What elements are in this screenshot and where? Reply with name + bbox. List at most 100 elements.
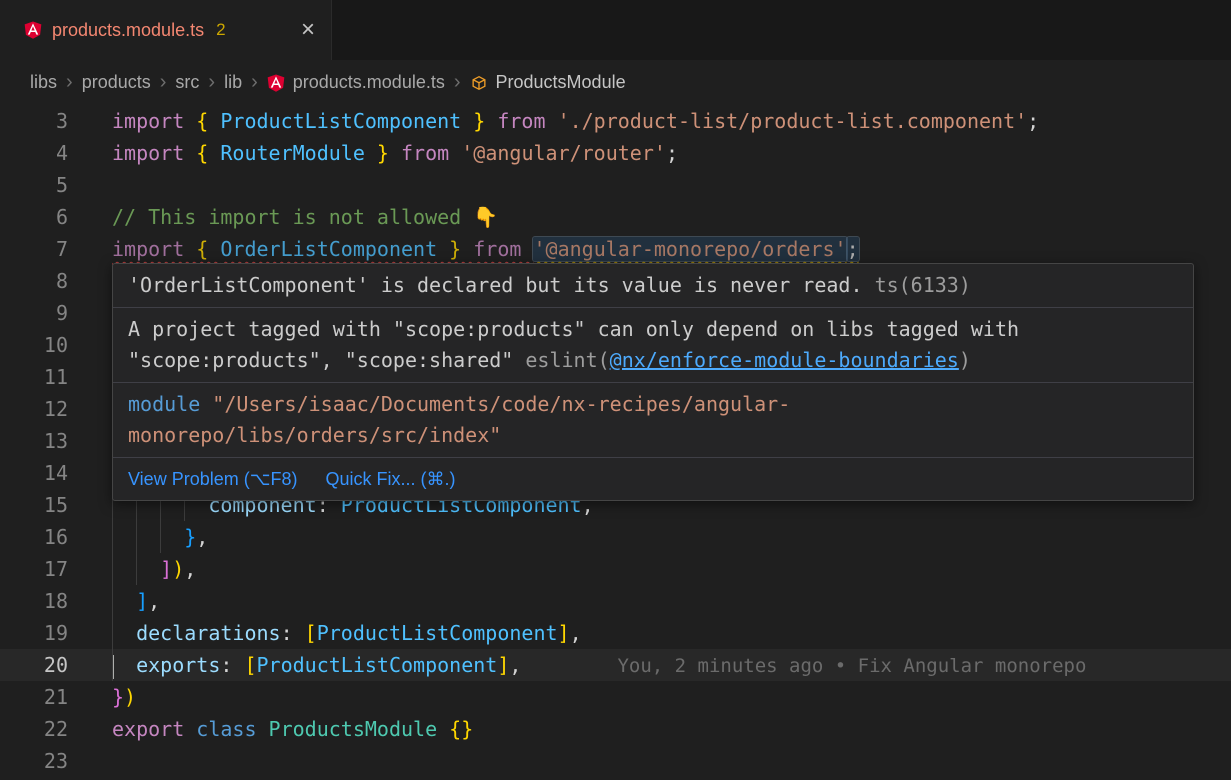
code-token: OrderListComponent (220, 237, 437, 261)
code-token: from (497, 109, 557, 133)
breadcrumb-label: products (82, 72, 151, 93)
code-token: [ (244, 653, 256, 677)
line-number[interactable]: 14 (0, 457, 68, 489)
line-number[interactable]: 18 (0, 585, 68, 617)
angular-icon (267, 74, 285, 92)
line-number[interactable]: 7 (0, 233, 68, 265)
code-token: 👇 (473, 205, 498, 229)
line-number[interactable]: 9 (0, 297, 68, 329)
breadcrumb-item-src[interactable]: src (175, 72, 199, 93)
code-token: ] (558, 621, 570, 645)
line-number[interactable]: 22 (0, 713, 68, 745)
line-number[interactable]: 15 (0, 489, 68, 521)
inline-blame: You, 2 minutes ago • Fix Angular monorep… (617, 655, 1086, 677)
line-number[interactable]: 13 (0, 425, 68, 457)
code-line-20[interactable]: 20exports: [ProductListComponent],You, 2… (0, 649, 1231, 681)
breadcrumb: libs›products›src›lib›products.module.ts… (0, 60, 1231, 105)
code-token: { (196, 109, 220, 133)
line-number[interactable]: 11 (0, 361, 68, 393)
line-number[interactable]: 21 (0, 681, 68, 713)
breadcrumb-item-products-module-ts[interactable]: products.module.ts (267, 72, 445, 93)
code-token: class (196, 717, 268, 741)
line-number[interactable]: 6 (0, 201, 68, 233)
code-token: [ (305, 621, 317, 645)
eslint-message-line2: "scope:products", "scope:shared" eslint(… (128, 345, 1178, 376)
code-token: import (112, 141, 196, 165)
code-token: , (570, 621, 582, 645)
symbol-class-icon (470, 74, 488, 92)
code-token: import (112, 237, 196, 261)
code-line-23[interactable]: 23 (0, 745, 1231, 777)
line-content: ], (68, 585, 1231, 617)
code-line-18[interactable]: 18], (0, 585, 1231, 617)
code-token: ; (847, 237, 859, 261)
line-content: export class ProductsModule {} (68, 713, 1231, 745)
code-token: , (196, 525, 208, 549)
line-content: }) (68, 681, 1231, 713)
code-token: ] (136, 589, 148, 613)
code-line-5[interactable]: 5 (0, 169, 1231, 201)
line-content: ]), (68, 553, 1231, 585)
breadcrumb-item-libs[interactable]: libs (30, 72, 57, 93)
code-line-22[interactable]: 22export class ProductsModule {} (0, 713, 1231, 745)
code-token: ) (172, 557, 184, 581)
line-content: import { OrderListComponent } from '@ang… (68, 233, 1231, 265)
code-line-6[interactable]: 6 // This import is not allowed 👇 (0, 201, 1231, 233)
line-number[interactable]: 23 (0, 745, 68, 777)
line-number[interactable]: 8 (0, 265, 68, 297)
code-token: // This import is not allowed (112, 205, 473, 229)
view-problem-action[interactable]: View Problem (⌥F8) (128, 464, 297, 495)
indent-guides (112, 585, 136, 617)
code-token: } (437, 237, 473, 261)
breadcrumb-label: products.module.ts (293, 72, 445, 93)
code-token: ] (497, 653, 509, 677)
quick-fix-action[interactable]: Quick Fix... (⌘.) (325, 464, 455, 495)
eslint-rule-link[interactable]: @nx/enforce-module-boundaries (610, 348, 959, 372)
code-token: './product-list/product-list.component' (558, 109, 1028, 133)
line-number[interactable]: 12 (0, 393, 68, 425)
hover-module-info: module "/Users/isaac/Documents/code/nx-r… (113, 383, 1193, 458)
code-token: '@angular/router' (461, 141, 666, 165)
indent-guides (112, 649, 136, 681)
line-content (68, 169, 1231, 201)
code-line-21[interactable]: 21}) (0, 681, 1231, 713)
breadcrumb-item-products[interactable]: products (82, 72, 151, 93)
code-token: ] (160, 557, 172, 581)
line-number[interactable]: 17 (0, 553, 68, 585)
code-line-7[interactable]: 7import { OrderListComponent } from '@an… (0, 233, 1231, 265)
breadcrumb-item-productsmodule[interactable]: ProductsModule (470, 72, 626, 93)
code-token: } (112, 685, 124, 709)
line-number[interactable]: 20 (0, 649, 68, 681)
tab-title: products.module.ts (52, 20, 204, 41)
code-token: } (184, 525, 196, 549)
line-number[interactable]: 3 (0, 105, 68, 137)
code-token: { (196, 237, 220, 261)
code-line-17[interactable]: 17]), (0, 553, 1231, 585)
line-number[interactable]: 19 (0, 617, 68, 649)
code-token: from (401, 141, 461, 165)
editor: 3import { ProductListComponent } from '.… (0, 105, 1231, 777)
breadcrumb-item-lib[interactable]: lib (224, 72, 242, 93)
tab-products-module-ts[interactable]: products.module.ts 2 × (0, 0, 332, 60)
breadcrumb-label: lib (224, 72, 242, 93)
line-number[interactable]: 5 (0, 169, 68, 201)
code-line-4[interactable]: 4import { RouterModule } from '@angular/… (0, 137, 1231, 169)
code-token: { (196, 141, 220, 165)
close-icon[interactable]: × (301, 18, 315, 42)
code-token: : (281, 621, 305, 645)
diagnostic-hover: 'OrderListComponent' is declared but its… (112, 263, 1194, 501)
line-number[interactable]: 4 (0, 137, 68, 169)
code-token: ProductsModule (269, 717, 450, 741)
code-token: ; (666, 141, 678, 165)
module-info-line2: monorepo/libs/orders/src/index" (128, 420, 1178, 451)
line-number[interactable]: 16 (0, 521, 68, 553)
hover-ts-message: 'OrderListComponent' is declared but its… (113, 264, 1193, 308)
line-number[interactable]: 10 (0, 329, 68, 361)
code-line-16[interactable]: 16}, (0, 521, 1231, 553)
line-content: exports: [ProductListComponent],You, 2 m… (68, 649, 1231, 681)
code-line-19[interactable]: 19declarations: [ProductListComponent], (0, 617, 1231, 649)
code-line-3[interactable]: 3import { ProductListComponent } from '.… (0, 105, 1231, 137)
tab-bar: products.module.ts 2 × (0, 0, 1231, 60)
line-content: import { RouterModule } from '@angular/r… (68, 137, 1231, 169)
breadcrumb-separator-icon: › (454, 71, 461, 94)
